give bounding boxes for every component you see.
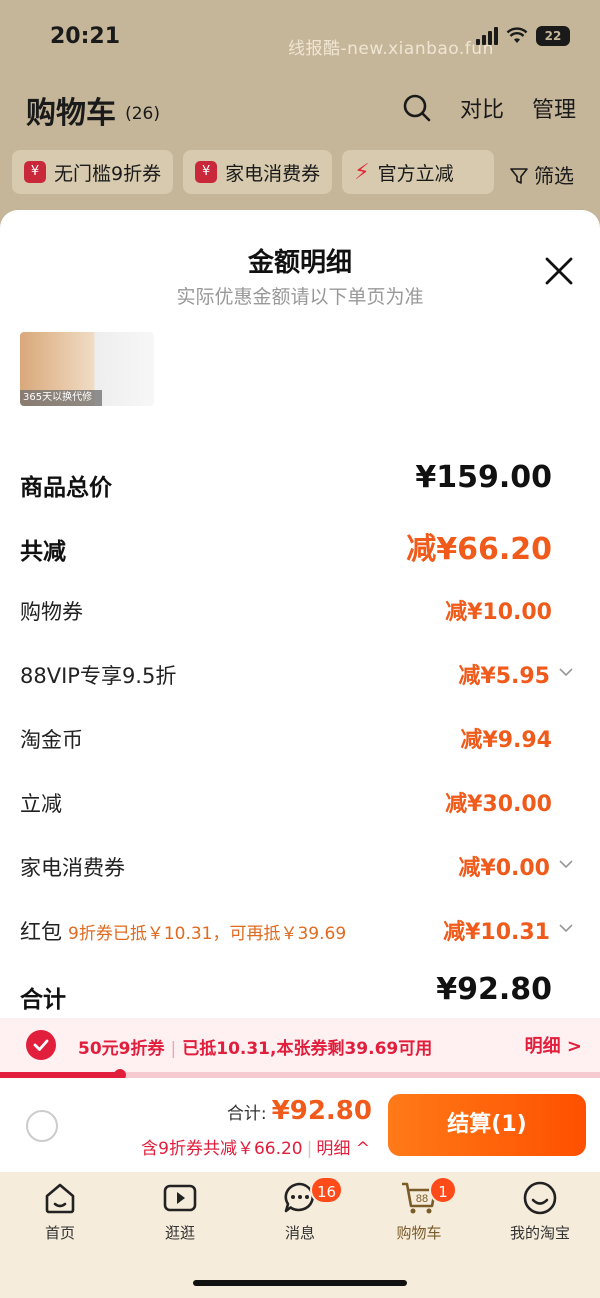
total-amount: ¥92.80 [271,1096,372,1126]
row-appliance-coupon[interactable]: 家电消费券 减¥0.00 [20,842,580,906]
chip-label: 家电消费券 [225,162,321,185]
amount-rows: 商品总价 ¥159.00 共减 减¥66.20 购物券 减¥10.00 88VI… [20,458,580,1034]
row-value: ¥92.80 [436,972,552,1007]
row-label: 商品总价 [20,475,112,501]
chip-no-threshold-coupon[interactable]: ¥ 无门槛9折券 [12,150,174,194]
tab-home[interactable]: 首页 [10,1180,110,1250]
row-shopping-coupon: 购物券 减¥10.00 [20,586,580,650]
close-icon[interactable] [544,256,574,286]
filter-button[interactable]: 筛选 [509,160,574,189]
row-label: 家电消费券 [20,856,125,880]
row-note: 9折券已抵￥10.31，可再抵￥39.69 [68,924,347,944]
coupon-name: 50元9折券 [78,1039,165,1059]
total-line: 合计: ¥92.80 [227,1096,372,1126]
tab-label: 我的淘宝 [509,1224,570,1242]
row-label: 共减 [20,539,66,565]
coupon-info: 已抵10.31,本张券剩39.69可用 [182,1039,433,1059]
cart-icon-count: 88 [416,1193,428,1205]
header-actions: 对比 管理 [402,92,576,124]
tab-messages[interactable]: 16 消息 [250,1176,350,1250]
status-time: 20:21 [50,24,121,49]
row-value: 减¥66.20 [406,532,552,567]
coupon-icon: ¥ [195,161,218,183]
smile-icon [523,1181,557,1215]
tab-cart[interactable]: 88 1 购物车 [369,1176,469,1250]
saving-line: 含9折券共减￥66.20 | 明细 ^ [141,1134,370,1159]
tab-label: 购物车 [396,1224,442,1242]
signal-icon [476,27,498,45]
coupon-check-icon[interactable] [26,1030,56,1060]
row-label: 淘金币 [20,728,83,752]
product-thumbnail[interactable]: 365天以换代修 [20,332,154,406]
row-value: 减¥0.00 [458,856,550,881]
row-total-price: 商品总价 ¥159.00 [20,458,580,522]
bottom-tab-bar: 首页 逛逛 16 消息 88 1 购物车 我的淘宝 [0,1172,600,1298]
chevron-down-icon [559,924,573,933]
sheet-title: 金额明细 [247,248,352,278]
compare-button[interactable]: 对比 [460,92,504,124]
row-value: ¥159.00 [415,460,552,495]
row-label: 红包 [20,920,62,944]
row-value: 减¥30.00 [445,792,552,817]
chip-official-discount[interactable]: ⚡ 官方立减 [342,150,494,194]
manage-button[interactable]: 管理 [532,92,576,124]
search-icon[interactable] [402,93,432,123]
wifi-icon [506,27,528,43]
row-label-wrap: 红包 9折券已抵￥10.31，可再抵￥39.69 [20,916,346,946]
saving-text: 含9折券共减￥66.20 [141,1139,303,1159]
tab-label: 消息 [284,1224,315,1242]
filter-label: 筛选 [534,164,574,188]
battery-icon: 22 [536,26,570,46]
chip-label: 无门槛9折券 [54,162,162,185]
row-88vip-discount[interactable]: 88VIP专享9.5折 减¥5.95 [20,650,580,714]
checkout-detail-toggle[interactable]: 明细 ^ [316,1139,370,1159]
row-value: 减¥10.00 [445,600,552,625]
cart-count: (26) [125,104,160,124]
coupon-filter-strip: ¥ 无门槛9折券 ¥ 家电消费券 ⚡ 官方立减 筛选 [12,150,600,196]
row-value: 减¥9.94 [460,728,552,753]
filter-icon [509,168,528,184]
chip-appliance-coupon[interactable]: ¥ 家电消费券 [183,150,333,194]
banner-divider: | [170,1039,177,1059]
row-total-discount: 共减 减¥66.20 [20,522,580,586]
saving-divider: | [306,1139,313,1159]
coupon-icon: ¥ [24,161,46,183]
tab-label: 首页 [44,1224,75,1242]
tab-label: 逛逛 [164,1224,195,1242]
coupon-banner: 50元9折券 | 已抵10.31,本张券剩39.69可用 明细 > [0,1018,600,1072]
thumbnail-badge: 365天以换代修 [20,390,102,406]
tab-my-taobao[interactable]: 我的淘宝 [490,1180,590,1250]
row-value: 减¥10.31 [443,920,550,945]
row-label: 88VIP专享9.5折 [20,664,177,688]
play-icon [163,1184,197,1212]
status-icons: 22 [476,26,570,46]
row-instant-discount: 立减 减¥30.00 [20,778,580,842]
home-icon [45,1183,75,1214]
status-bar: 20:21 线报酷-new.xianbao.fun 22 [0,22,600,59]
cart-badge: 1 [429,1176,457,1204]
row-label: 立减 [20,792,62,816]
row-red-packet[interactable]: 红包 9折券已抵￥10.31，可再抵￥39.69 减¥10.31 [20,906,580,970]
bolt-icon: ⚡ [354,159,370,185]
select-all-checkbox[interactable] [26,1110,58,1142]
banner-detail-link[interactable]: 明细 > [525,1032,582,1058]
total-label: 合计: [226,1104,267,1124]
chip-label: 官方立减 [377,162,454,185]
chevron-down-icon [559,860,573,869]
tab-browse[interactable]: 逛逛 [130,1180,230,1250]
chevron-down-icon [559,668,573,677]
row-label: 合计 [20,987,66,1013]
cart-title: 购物车 [26,96,116,131]
row-value: 减¥5.95 [458,664,550,689]
checkout-button[interactable]: 结算(1) [388,1094,586,1156]
messages-badge: 16 [310,1176,344,1204]
cart-header: 购物车 (26) 对比 管理 [26,88,576,131]
banner-text: 50元9折券 | 已抵10.31,本张券剩39.69可用 [78,1034,432,1059]
row-taojinbi: 淘金币 减¥9.94 [20,714,580,778]
watermark-text: 线报酷-new.xianbao.fun [288,39,494,59]
home-indicator [193,1280,407,1286]
row-label: 购物券 [20,600,83,624]
checkout-bar: 合计: ¥92.80 含9折券共减￥66.20 | 明细 ^ 结算(1) [0,1078,600,1172]
sheet-subtitle: 实际优惠金额请以下单页为准 [176,286,424,308]
